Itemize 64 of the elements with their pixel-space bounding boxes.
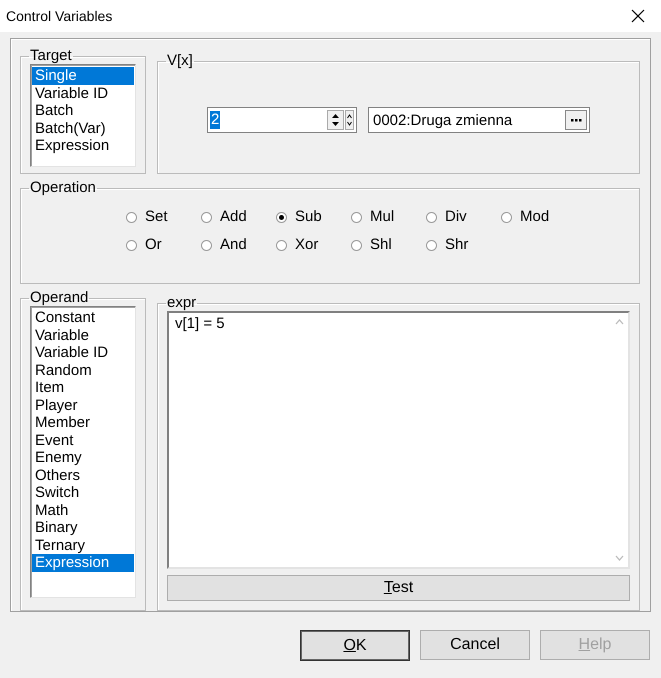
- list-item[interactable]: Random: [32, 362, 134, 379]
- drag-handle-icon[interactable]: [345, 110, 354, 130]
- window-title: Control Variables: [6, 8, 112, 24]
- ellipsis-icon: [570, 118, 582, 122]
- list-item[interactable]: Math: [32, 502, 134, 519]
- list-item[interactable]: Item: [32, 379, 134, 396]
- number-field[interactable]: 2: [207, 107, 357, 133]
- list-item[interactable]: Member: [32, 414, 134, 432]
- radio-icon[interactable]: [201, 240, 212, 250]
- radio-option[interactable]: Mod: [501, 207, 576, 227]
- select-value: 0002:Druga zmienna: [373, 112, 514, 128]
- radio-option[interactable]: Add: [201, 207, 276, 227]
- radio-icon[interactable]: [276, 240, 287, 250]
- radio-option[interactable]: Set: [126, 207, 201, 227]
- radio-icon[interactable]: [126, 240, 137, 250]
- list-item[interactable]: Variable ID: [32, 344, 134, 362]
- variable-select[interactable]: 0002:Druga zmienna: [368, 107, 590, 133]
- list-item[interactable]: Expression: [32, 137, 134, 154]
- radio-option[interactable]: Or: [126, 235, 201, 255]
- expression-field[interactable]: v[1] = 5: [167, 311, 630, 569]
- dialog-button[interactable]: OK: [300, 630, 410, 661]
- radio-icon[interactable]: [426, 212, 437, 222]
- group-label: Operand: [29, 290, 90, 306]
- dialog-button[interactable]: Cancel: [420, 630, 530, 660]
- browse-button[interactable]: [565, 110, 587, 130]
- list-item[interactable]: Binary: [32, 519, 134, 536]
- radio-icon[interactable]: [426, 240, 437, 250]
- radio-option[interactable]: Shr: [426, 235, 501, 255]
- list-item[interactable]: Player: [32, 396, 134, 414]
- radio-option[interactable]: Sub: [276, 207, 351, 227]
- spin-arrows-icon[interactable]: [327, 110, 344, 130]
- group-label: Target: [29, 48, 73, 64]
- radio-option[interactable]: Div: [426, 207, 501, 227]
- radio-icon[interactable]: [501, 212, 512, 222]
- list-item[interactable]: Event: [32, 432, 134, 449]
- list-item[interactable]: Enemy: [32, 449, 134, 466]
- radio-icon[interactable]: [351, 212, 362, 222]
- radio-option[interactable]: Mul: [351, 207, 426, 227]
- list-item[interactable]: Batch: [32, 102, 134, 120]
- list-item[interactable]: Switch: [32, 484, 134, 502]
- list-item[interactable]: Constant: [32, 309, 134, 326]
- list-item[interactable]: Others: [32, 466, 134, 484]
- list-item[interactable]: Batch(Var): [32, 120, 134, 137]
- group-label: expr: [166, 295, 198, 311]
- radio-option[interactable]: Xor: [276, 235, 351, 255]
- radio-icon[interactable]: [351, 240, 362, 250]
- list-item[interactable]: Variable: [32, 326, 134, 344]
- list-item[interactable]: Expression: [32, 554, 134, 572]
- close-icon: [631, 9, 645, 23]
- field-value: 2: [210, 111, 220, 129]
- scroll-down-icon[interactable]: [615, 555, 624, 561]
- group-label: V[x]: [166, 53, 194, 69]
- radio-icon[interactable]: [276, 212, 287, 222]
- list-item[interactable]: Variable ID: [32, 84, 134, 102]
- scroll-up-icon[interactable]: [615, 319, 624, 325]
- group-label: Operation: [29, 180, 97, 196]
- test-button[interactable]: Test: [167, 575, 630, 601]
- radio-option[interactable]: Shl: [351, 235, 426, 255]
- list-item[interactable]: Single: [32, 67, 134, 84]
- list-item[interactable]: Ternary: [32, 536, 134, 554]
- radio-icon[interactable]: [126, 212, 137, 222]
- radio-option[interactable]: And: [201, 235, 276, 255]
- field-value: v[1] = 5: [174, 314, 226, 334]
- radio-icon[interactable]: [201, 212, 212, 222]
